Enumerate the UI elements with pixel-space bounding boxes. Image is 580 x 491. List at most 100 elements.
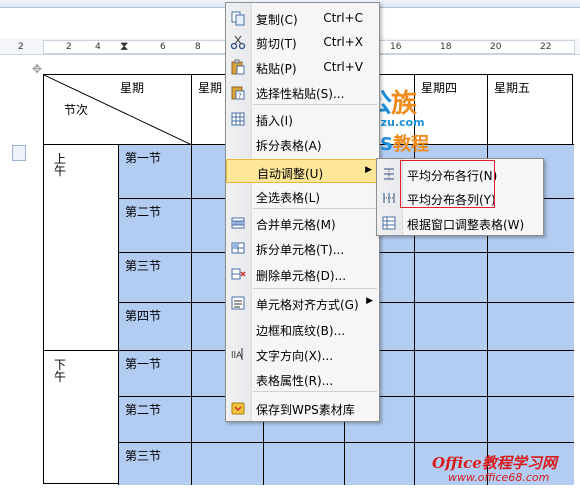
table-cell[interactable] [415, 253, 488, 303]
menu-item[interactable]: 删除单元格(D)... [226, 262, 379, 286]
menu-item[interactable]: 自动调整(U) ▶ [226, 159, 379, 183]
svg-text:llA: llA [231, 351, 243, 361]
table-cell[interactable] [192, 443, 264, 485]
period-cell[interactable]: 第三节 [119, 443, 192, 485]
menu-item-label: 复制(C) [256, 13, 298, 27]
table-cell[interactable] [345, 443, 415, 485]
copy-icon [230, 10, 246, 26]
menu-item-label: 拆分表格(A) [256, 139, 322, 153]
morning-label: 上午 [54, 152, 67, 178]
period-cell[interactable]: 第三节 [119, 253, 192, 303]
header-label: 星期五 [494, 81, 531, 95]
menu-item[interactable]: 拆分单元格(T)... [226, 236, 379, 260]
period-cell[interactable]: 第一节 [119, 351, 192, 397]
menu-separator [253, 104, 377, 105]
menu-item-label: 粘贴(P) [256, 62, 297, 76]
menu-item-label: 删除单元格(D)... [256, 269, 347, 283]
table-header-cell[interactable]: 星期五 [488, 75, 574, 145]
period-cell[interactable]: 第二节 [119, 199, 192, 253]
period-cell[interactable]: 第一节 [119, 145, 192, 199]
distribute-rows-icon [381, 166, 397, 182]
period-label: 第三节 [125, 449, 162, 463]
ruler-tick-label: 4 [95, 42, 101, 52]
period-cell[interactable]: 第二节 [119, 397, 192, 443]
menu-item[interactable]: 保存到WPS素材库 [226, 396, 379, 420]
afternoon-cell[interactable]: 下午 [44, 351, 119, 485]
distribute-cols-icon [381, 190, 397, 206]
table-move-handle-icon[interactable]: ✥ [32, 62, 42, 76]
afternoon-label: 下午 [54, 358, 67, 384]
fit-window-icon [381, 215, 397, 231]
paste-special-icon: ? [230, 84, 246, 100]
highlight-red-box [400, 160, 495, 208]
footer-watermark-url: www.office68.com [448, 471, 550, 484]
indent-marker-icon[interactable]: ⧗ [120, 39, 128, 54]
corner-bottom-label: 节次 [64, 103, 89, 117]
context-menu[interactable]: 复制(C) Ctrl+C 剪切(T) Ctrl+X 粘贴(P) Ctrl+V? 选择性粘贴(… [225, 2, 380, 422]
footer-watermark-title: Office教程学习网 [432, 454, 557, 472]
menu-separator [253, 391, 377, 392]
menu-item-label: 拆分单元格(T)... [256, 243, 345, 257]
corner-top-label: 星期 [120, 81, 145, 95]
table-cell[interactable] [488, 303, 574, 351]
save-material-icon [230, 400, 246, 416]
menu-item[interactable]: 剪切(T) Ctrl+X [226, 30, 379, 54]
paste-icon [230, 59, 246, 75]
period-label: 第四节 [125, 309, 162, 323]
insert-table-icon [230, 111, 246, 127]
merge-cells-icon [230, 215, 246, 231]
table-cell[interactable] [488, 397, 574, 443]
period-label: 第二节 [125, 205, 162, 219]
delete-cells-icon [230, 266, 246, 282]
submenu-arrow-icon: ▶ [366, 296, 373, 306]
table-cell[interactable] [415, 351, 488, 397]
ruler-tick-label: 22 [540, 42, 552, 52]
menu-item[interactable]: 拆分表格(A) [226, 132, 379, 156]
ruler-tick-label: 2 [18, 42, 24, 52]
menu-item-label: 插入(I) [256, 114, 293, 128]
menu-item[interactable]: 插入(I) [226, 107, 379, 131]
period-cell[interactable]: 第四节 [119, 303, 192, 351]
menu-item[interactable]: 全选表格(L) [226, 184, 379, 208]
cell-align-icon [230, 295, 246, 311]
menu-item[interactable]: 合并单元格(M) [226, 211, 379, 235]
menu-item[interactable]: 复制(C) Ctrl+C [226, 6, 379, 30]
menu-item-label: 文字方向(X)... [256, 349, 334, 363]
menu-item-label: 单元格对齐方式(G) [256, 298, 359, 312]
menu-item-label: 选择性粘贴(S)... [256, 87, 345, 101]
table-cell[interactable] [264, 443, 345, 485]
menu-item-label: 自动调整(U) [257, 167, 324, 181]
table-cell[interactable] [415, 397, 488, 443]
submenu-item-label: 根据窗口调整表格(W) [407, 218, 525, 232]
menu-item[interactable]: 粘贴(P) Ctrl+V [226, 55, 379, 79]
menu-item-label: 保存到WPS素材库 [256, 403, 355, 417]
table-cell[interactable] [488, 253, 574, 303]
header-label: 星期 [198, 81, 223, 95]
text-direction-icon: llA [230, 346, 246, 362]
menu-item[interactable]: 单元格对齐方式(G) ▶ [226, 291, 379, 315]
split-cells-icon [230, 240, 246, 256]
ruler-tick-label: 18 [440, 42, 452, 52]
menu-item[interactable]: llA 文字方向(X)... [226, 342, 379, 366]
menu-item-shortcut: Ctrl+C [323, 11, 363, 25]
period-label: 第一节 [125, 151, 162, 165]
menu-item-shortcut: Ctrl+V [323, 60, 363, 74]
menu-item-label: 表格属性(R)... [256, 374, 334, 388]
table-cell[interactable] [415, 303, 488, 351]
menu-item[interactable]: 表格属性(R)... [226, 367, 379, 391]
menu-separator [253, 208, 377, 209]
morning-cell[interactable]: 上午 [44, 145, 119, 351]
ruler-tick-label: 6 [160, 42, 166, 52]
menu-separator [253, 288, 377, 289]
scissors-icon [230, 34, 246, 50]
ruler-tick-label: 2 [66, 42, 72, 52]
menu-item[interactable]: 边框和底纹(B)... [226, 317, 379, 341]
svg-text:?: ? [238, 92, 242, 100]
table-header-corner[interactable]: 星期 节次 [44, 75, 192, 145]
menu-item[interactable]: ? 选择性粘贴(S)... [226, 80, 379, 104]
submenu-arrow-icon: ▶ [365, 165, 372, 175]
side-document-icon[interactable] [12, 145, 26, 161]
ruler-tick-label: 16 [390, 42, 402, 52]
table-cell[interactable] [488, 351, 574, 397]
submenu-item[interactable]: 根据窗口调整表格(W) [377, 211, 543, 235]
